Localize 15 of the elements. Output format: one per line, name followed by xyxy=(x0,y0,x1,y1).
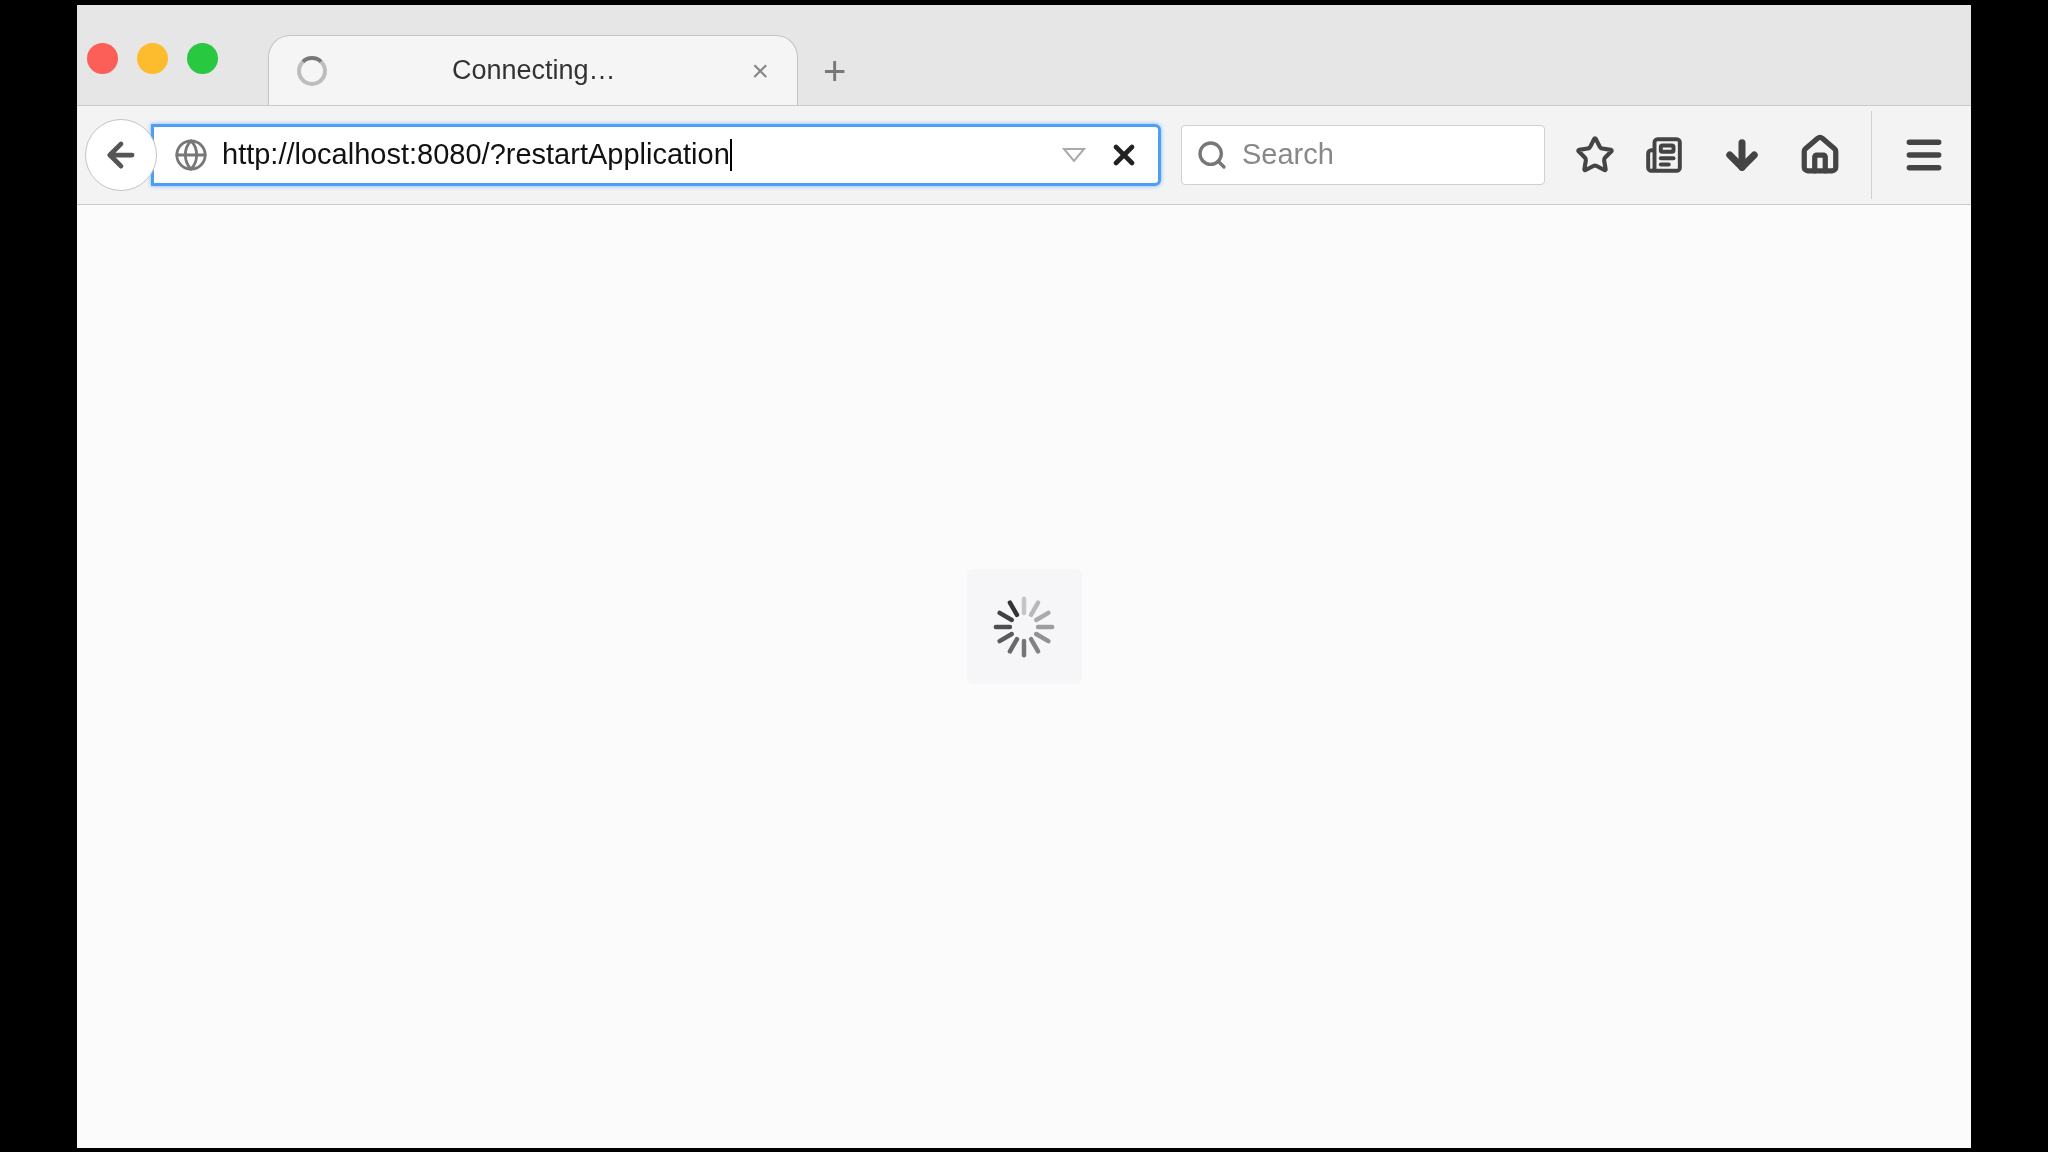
search-field[interactable]: Search xyxy=(1181,125,1545,185)
text-cursor xyxy=(729,139,732,171)
reading-list-icon[interactable] xyxy=(1645,136,1683,174)
tab-title: Connecting… xyxy=(452,54,616,88)
back-button[interactable] xyxy=(85,119,157,191)
search-icon xyxy=(1196,139,1228,171)
home-icon[interactable] xyxy=(1799,134,1841,176)
address-field[interactable]: http://localhost:8080/?restartApplication xyxy=(151,124,1161,186)
browser-tab[interactable]: Connecting… × xyxy=(268,35,798,105)
url-text: http://localhost:8080/?restartApplication xyxy=(222,137,730,173)
new-tab-button[interactable]: + xyxy=(823,51,847,91)
star-icon[interactable] xyxy=(1575,135,1615,175)
loading-spinner-icon xyxy=(992,594,1056,659)
search-input[interactable]: Search xyxy=(1242,133,1530,177)
globe-icon xyxy=(174,138,208,172)
